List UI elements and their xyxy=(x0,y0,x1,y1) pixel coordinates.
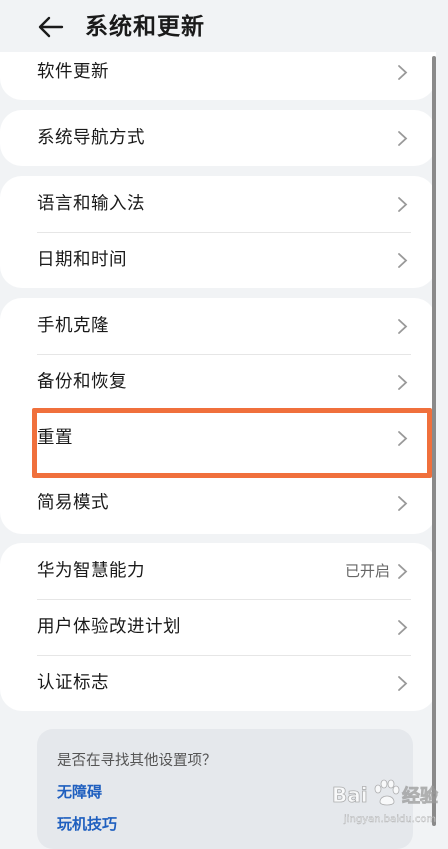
settings-group-navigation: 系统导航方式 xyxy=(0,110,436,166)
chevron-right-icon xyxy=(398,65,408,80)
settings-item-system-navigation[interactable]: 系统导航方式 xyxy=(0,110,436,166)
back-arrow-icon[interactable] xyxy=(36,12,66,42)
chevron-right-icon xyxy=(398,676,408,691)
settings-item-label: 简易模式 xyxy=(37,493,109,513)
suggestions-card: 是否在寻找其他设置项？ 无障碍 玩机技巧 xyxy=(37,729,413,849)
settings-item-reset[interactable]: 重置 xyxy=(0,410,436,466)
chevron-right-icon xyxy=(398,197,408,212)
settings-item-language-input[interactable]: 语言和输入法 xyxy=(0,176,436,232)
chevron-right-icon xyxy=(398,620,408,635)
title-bar: 系统和更新 xyxy=(0,0,448,52)
chevron-right-icon xyxy=(398,564,408,579)
settings-item-phone-clone[interactable]: 手机克隆 xyxy=(0,298,436,354)
settings-item-simple-mode[interactable]: 简易模式 xyxy=(0,475,436,531)
settings-item-huawei-ai[interactable]: 华为智慧能力 已开启 xyxy=(0,543,436,599)
settings-item-label: 系统导航方式 xyxy=(37,128,145,148)
page-title: 系统和更新 xyxy=(85,14,205,40)
settings-item-label: 华为智慧能力 xyxy=(37,561,145,581)
settings-group-backup: 手机克隆 备份和恢复 重置 简易模式 xyxy=(0,298,436,534)
chevron-right-icon xyxy=(398,375,408,390)
settings-item-label: 备份和恢复 xyxy=(37,372,127,392)
settings-item-label: 日期和时间 xyxy=(37,250,127,270)
settings-item-label: 认证标志 xyxy=(37,673,109,693)
settings-item-status: 已开启 xyxy=(344,562,390,580)
chevron-right-icon xyxy=(398,253,408,268)
settings-item-label: 语言和输入法 xyxy=(37,194,145,214)
settings-group-huawei: 华为智慧能力 已开启 用户体验改进计划 认证标志 xyxy=(0,543,436,711)
settings-item-label: 用户体验改进计划 xyxy=(37,617,181,637)
suggestion-link-accessibility[interactable]: 无障碍 xyxy=(57,781,102,802)
settings-item-label: 手机克隆 xyxy=(37,316,109,336)
settings-item-label: 重置 xyxy=(37,428,73,448)
suggestions-title: 是否在寻找其他设置项？ xyxy=(57,753,217,769)
chevron-right-icon xyxy=(398,131,408,146)
chevron-right-icon xyxy=(398,496,408,511)
suggestion-link-tips[interactable]: 玩机技巧 xyxy=(57,813,117,834)
settings-item-label: 软件更新 xyxy=(37,62,109,82)
settings-item-user-experience[interactable]: 用户体验改进计划 xyxy=(0,599,436,655)
settings-group-language: 语言和输入法 日期和时间 xyxy=(0,176,436,288)
settings-item-date-time[interactable]: 日期和时间 xyxy=(0,232,436,288)
chevron-right-icon xyxy=(398,319,408,334)
settings-item-software-update[interactable]: 软件更新 xyxy=(0,44,436,100)
chevron-right-icon xyxy=(398,431,408,446)
settings-item-backup-restore[interactable]: 备份和恢复 xyxy=(0,354,436,410)
settings-item-certification[interactable]: 认证标志 xyxy=(0,655,436,711)
scrollbar[interactable] xyxy=(432,56,436,826)
